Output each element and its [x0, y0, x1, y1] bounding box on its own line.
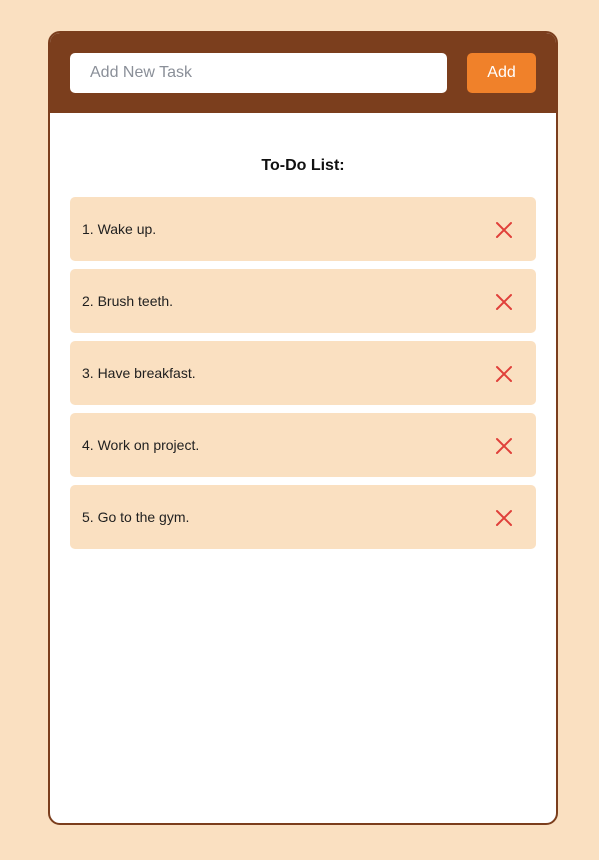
- task-item: 1. Wake up.: [70, 197, 536, 261]
- delete-task-button[interactable]: [490, 504, 518, 532]
- todo-card: Add To-Do List: 1. Wake up. 2. Brush tee…: [48, 31, 558, 825]
- add-button[interactable]: Add: [467, 53, 536, 93]
- task-text: 4. Work on project.: [82, 437, 200, 453]
- task-text: 2. Brush teeth.: [82, 293, 174, 309]
- close-x-icon: [496, 366, 512, 382]
- close-x-icon: [496, 222, 512, 238]
- delete-task-button[interactable]: [490, 432, 518, 460]
- close-x-icon: [496, 510, 512, 526]
- task-list: 1. Wake up. 2. Brush teeth. 3. Have brea…: [70, 197, 536, 549]
- todo-header: Add: [50, 33, 556, 113]
- task-item: 4. Work on project.: [70, 413, 536, 477]
- task-text: 1. Wake up.: [82, 221, 157, 237]
- task-item: 3. Have breakfast.: [70, 341, 536, 405]
- close-x-icon: [496, 438, 512, 454]
- task-text: 5. Go to the gym.: [82, 509, 190, 525]
- delete-task-button[interactable]: [490, 288, 518, 316]
- task-item: 5. Go to the gym.: [70, 485, 536, 549]
- task-text: 3. Have breakfast.: [82, 365, 196, 381]
- list-title: To-Do List:: [261, 157, 345, 174]
- task-item: 2. Brush teeth.: [70, 269, 536, 333]
- new-task-input[interactable]: [70, 53, 447, 93]
- delete-task-button[interactable]: [490, 216, 518, 244]
- delete-task-button[interactable]: [490, 360, 518, 388]
- close-x-icon: [496, 294, 512, 310]
